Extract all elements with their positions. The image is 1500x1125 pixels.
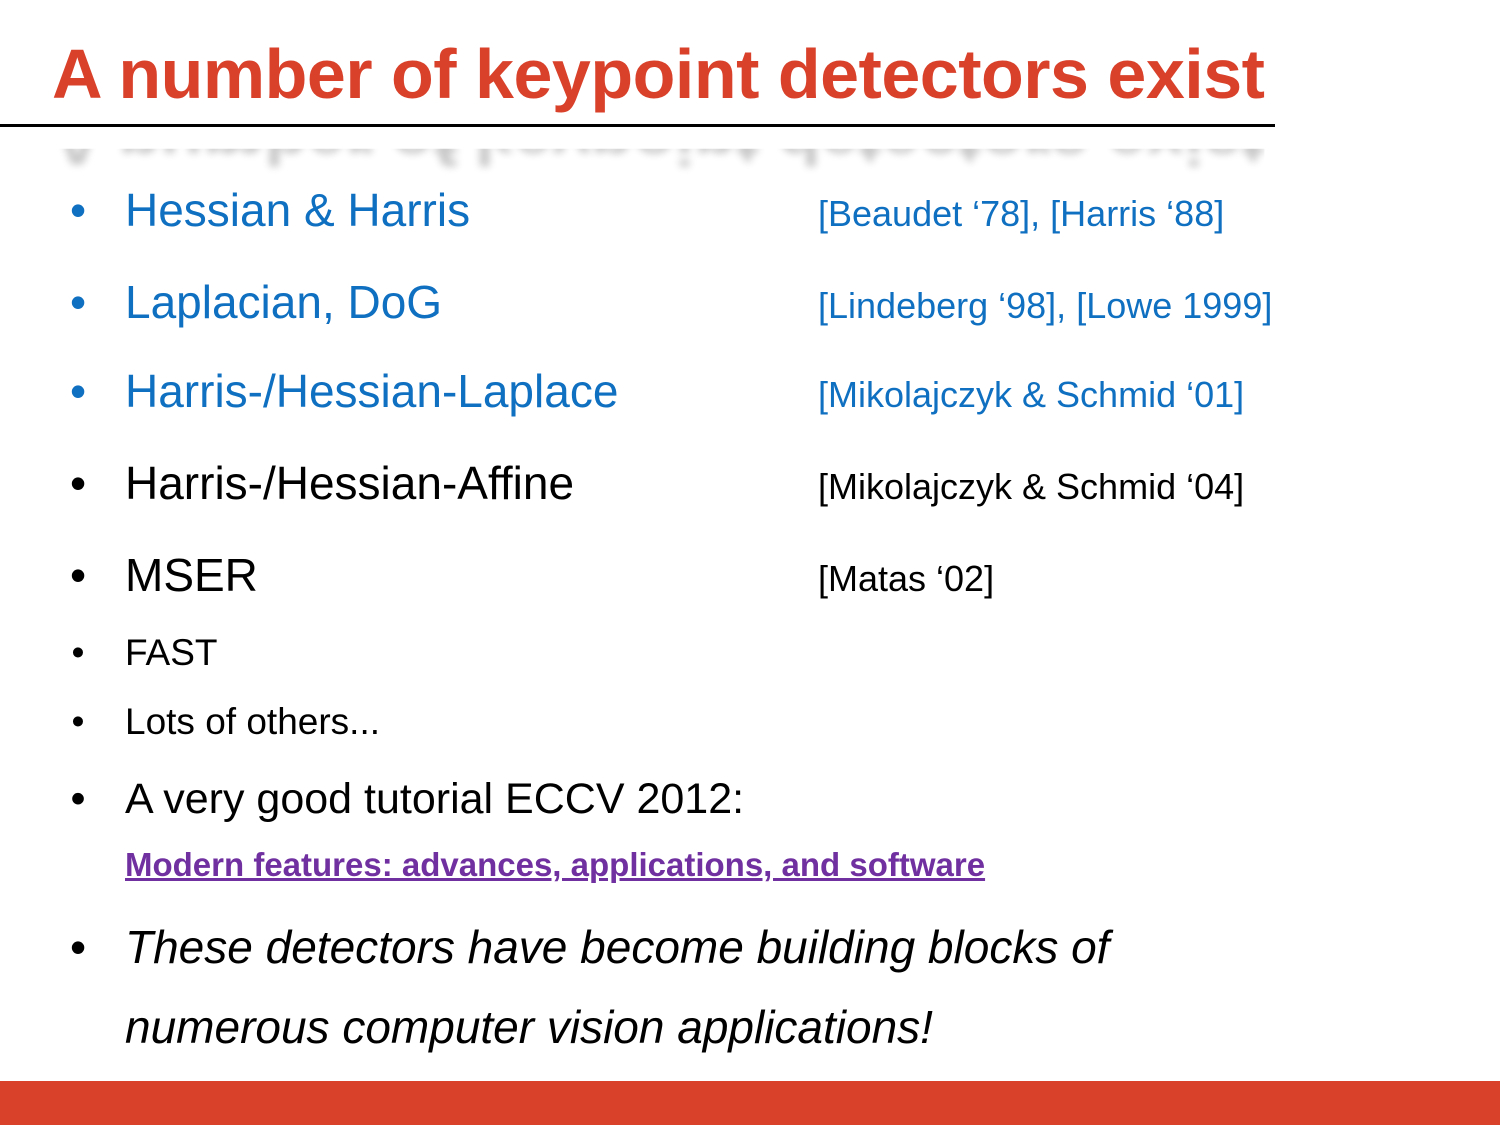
title-underline <box>0 124 1275 127</box>
bullet-icon: • <box>71 632 85 673</box>
tutorial-link[interactable]: Modern features: advances, applications,… <box>125 846 985 884</box>
bullet-icon: • <box>69 921 87 973</box>
bullet-icon: • <box>69 365 87 417</box>
item-label: Lots of others... <box>125 701 381 742</box>
slide-title: A number of keypoint detectors exist <box>52 35 1265 113</box>
item-label: Laplacian, DoG <box>125 276 443 328</box>
item-label: FAST <box>125 632 218 673</box>
closing-line: numerous computer vision applications! <box>125 1001 933 1053</box>
bullet-icon: • <box>69 184 87 236</box>
item-label: A very good tutorial ECCV 2012: <box>125 775 745 823</box>
item-reference: [Mikolajczyk & Schmid ‘04] <box>818 466 1245 507</box>
bullet-icon: • <box>69 457 87 509</box>
footer-bar <box>0 1081 1500 1125</box>
item-label: Hessian & Harris <box>125 184 471 236</box>
bullet-icon: • <box>69 549 87 601</box>
item-reference: [Beaudet ‘78], [Harris ‘88] <box>818 193 1225 234</box>
slide: A number of keypoint detectors exist A n… <box>0 0 1500 1125</box>
item-label: MSER <box>125 549 258 601</box>
item-label: These detectors have become building blo… <box>125 921 1110 973</box>
item-reference: [Mikolajczyk & Schmid ‘01] <box>818 374 1245 415</box>
item-reference: [Lindeberg ‘98], [Lowe 1999] <box>818 285 1273 326</box>
item-label: Harris-/Hessian-Laplace <box>125 365 619 417</box>
item-reference: [Matas ‘02] <box>818 558 995 599</box>
item-label: Harris-/Hessian-Affine <box>125 457 575 509</box>
bullet-icon: • <box>71 701 85 742</box>
bullet-icon: • <box>70 775 86 823</box>
bullet-icon: • <box>69 276 87 328</box>
